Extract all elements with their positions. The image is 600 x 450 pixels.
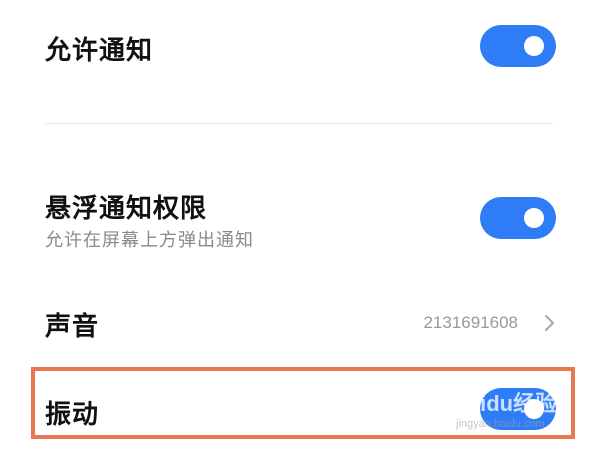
floating-notifications-description: 允许在屏幕上方弹出通知 xyxy=(45,230,254,251)
vibration-label: 振动 xyxy=(45,400,100,430)
floating-notifications-toggle[interactable] xyxy=(480,197,556,239)
sound-label: 声音 xyxy=(45,312,100,342)
vibration-toggle[interactable] xyxy=(480,388,556,430)
sound-value: 2131691608 xyxy=(423,313,518,332)
allow-notifications-toggle[interactable] xyxy=(480,25,556,67)
vibration-row[interactable]: 振动 xyxy=(0,370,600,440)
notification-settings-page: 允许通知 悬浮通知权限 允许在屏幕上方弹出通知 声音 2131691608 振动… xyxy=(0,0,600,450)
floating-notifications-row[interactable]: 悬浮通知权限 允许在屏幕上方弹出通知 xyxy=(0,170,600,270)
allow-notifications-label: 允许通知 xyxy=(45,36,154,66)
toggle-knob xyxy=(524,399,544,419)
section-divider xyxy=(45,123,553,124)
sound-row[interactable]: 声音 2131691608 xyxy=(0,290,600,360)
allow-notifications-row[interactable]: 允许通知 xyxy=(0,0,600,100)
toggle-knob xyxy=(524,208,544,228)
chevron-right-icon xyxy=(545,315,554,331)
floating-notifications-label: 悬浮通知权限 xyxy=(45,194,208,224)
toggle-knob xyxy=(524,36,544,56)
